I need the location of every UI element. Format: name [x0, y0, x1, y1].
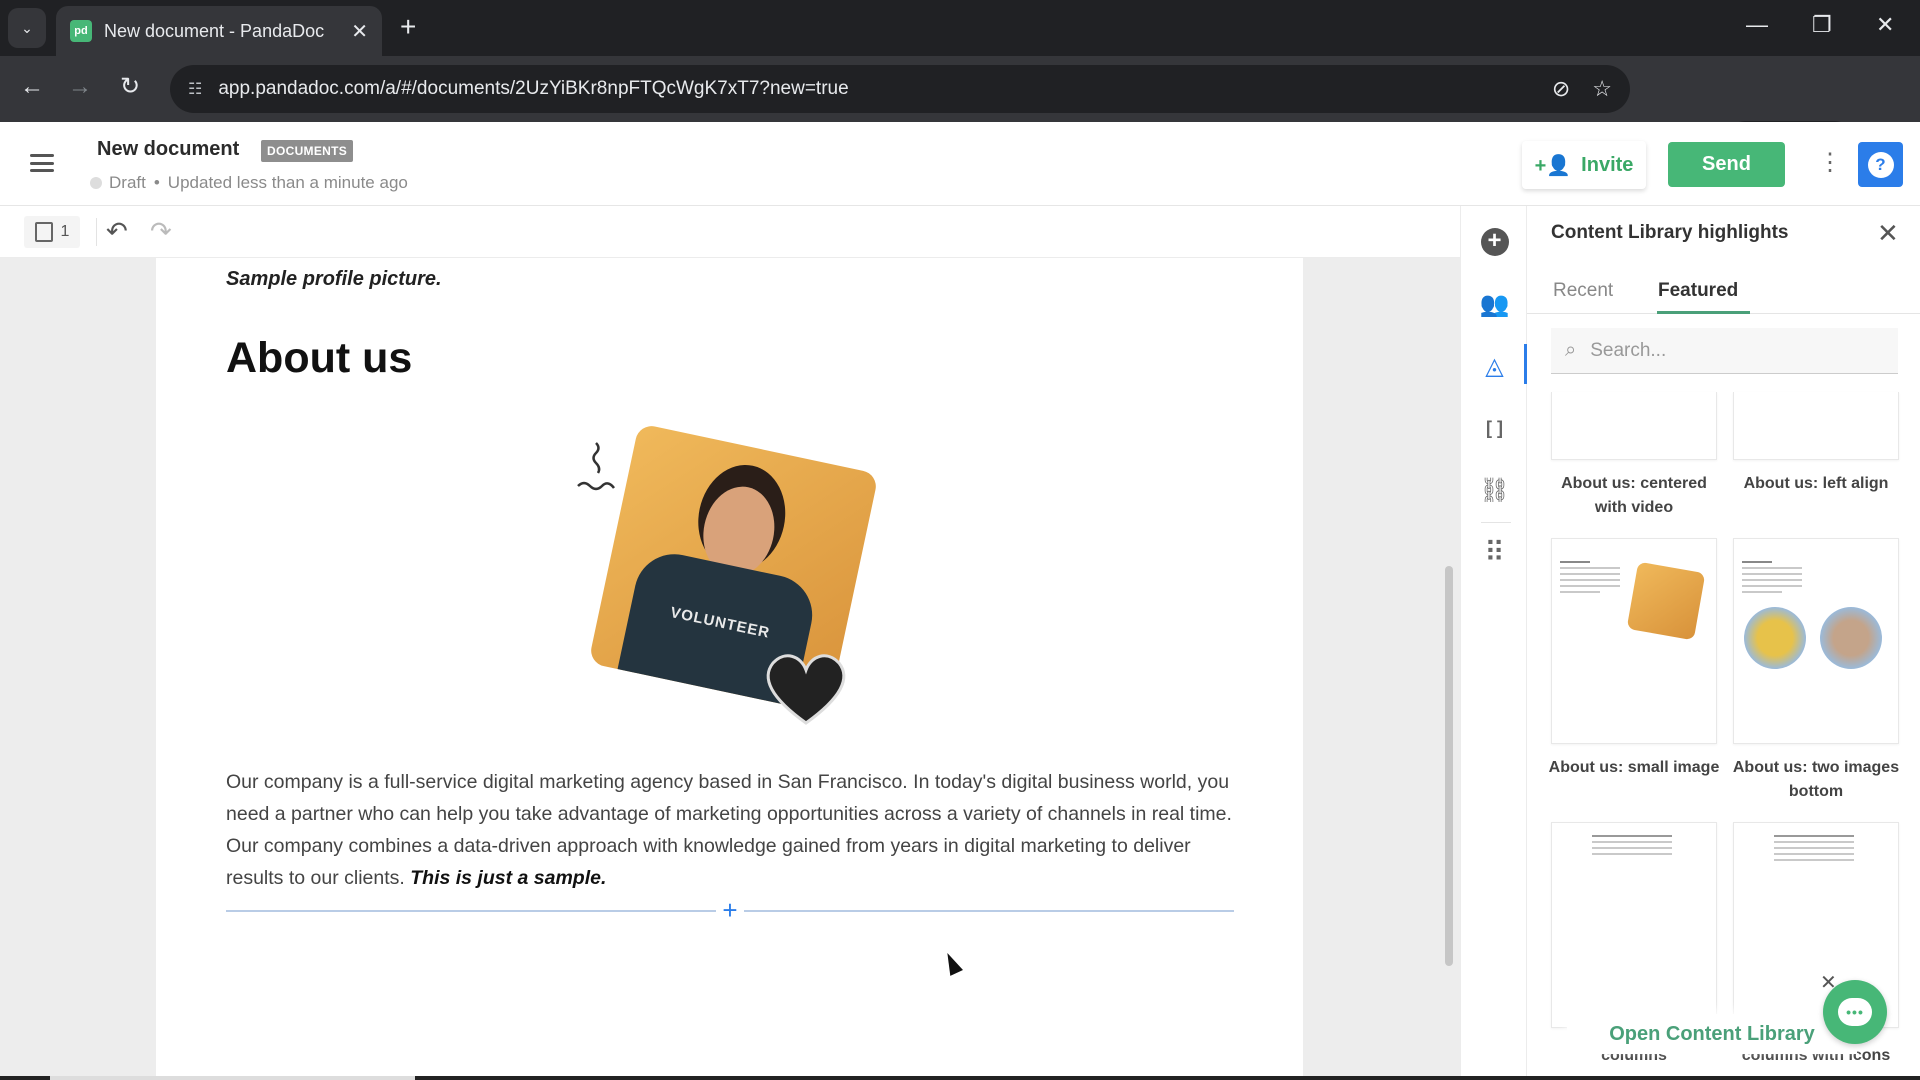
tab-title: New document - PandaDoc — [104, 20, 325, 41]
send-button[interactable]: Send — [1668, 142, 1785, 187]
panel-title: Content Library highlights — [1551, 222, 1789, 243]
open-content-library-button[interactable]: Open Content Library — [1567, 1014, 1857, 1054]
body-paragraph[interactable]: Our company is a full-service digital ma… — [226, 766, 1236, 894]
close-tab-icon[interactable]: ✕ — [351, 19, 368, 44]
people-icon: 👥 — [1479, 290, 1510, 318]
document-title[interactable]: New document — [97, 138, 239, 161]
rail-add-block[interactable]: + — [1461, 220, 1528, 264]
document-canvas: Sample profile picture. About us VOLUNTE… — [0, 258, 1460, 1080]
more-options-icon[interactable]: ⋮ — [1818, 148, 1842, 178]
library-tile[interactable] — [1551, 822, 1717, 1028]
invite-button[interactable]: +👤 Invite — [1522, 141, 1646, 189]
add-circle-icon: + — [1480, 228, 1509, 256]
apps-grid-icon: ⠿ — [1484, 536, 1505, 568]
restore-button[interactable]: ❐ — [1812, 12, 1832, 38]
url-text[interactable]: app.pandadoc.com/a/#/documents/2UzYiBKr8… — [218, 78, 1529, 100]
rail-workflow[interactable]: ⛓ — [1461, 468, 1528, 512]
tile-preview-image — [1744, 607, 1806, 669]
rail-divider — [1481, 522, 1511, 523]
chat-bubble-icon: ••• — [1838, 998, 1872, 1026]
right-sidebar-rail: + 👥 ◬ [ ] ⛓ ⠿ — [1460, 206, 1527, 1080]
close-panel-icon[interactable]: ✕ — [1877, 218, 1899, 249]
document-scrollbar[interactable] — [1445, 566, 1453, 966]
site-settings-icon[interactable]: ☷ — [188, 79, 202, 99]
workflow-icon: ⛓ — [1479, 476, 1510, 504]
browser-tab-active[interactable]: pd New document - PandaDoc ✕ — [56, 6, 382, 56]
library-tile[interactable] — [1551, 538, 1717, 744]
tab-search-button[interactable]: ⌄ — [8, 8, 46, 48]
chevron-down-icon: ⌄ — [21, 19, 33, 36]
new-tab-button[interactable]: + — [400, 12, 416, 42]
close-window-button[interactable]: ✕ — [1876, 12, 1894, 38]
image-caption[interactable]: Sample profile picture. — [226, 268, 442, 291]
tab-featured[interactable]: Featured — [1658, 280, 1738, 302]
library-tile[interactable] — [1733, 538, 1899, 744]
tile-preview-image — [1820, 607, 1882, 669]
browser-toolbar: ← → ↻ ☷ app.pandadoc.com/a/#/documents/2… — [0, 56, 1920, 169]
minimize-button[interactable]: — — [1746, 12, 1768, 38]
question-icon: ? — [1867, 151, 1894, 178]
tile-preview-text — [1560, 561, 1620, 597]
tab-recent[interactable]: Recent — [1553, 280, 1613, 302]
chat-button[interactable]: ••• — [1823, 980, 1887, 1044]
content-library-panel: Content Library highlights ✕ Recent Feat… — [1527, 206, 1920, 1080]
address-bar[interactable]: ☷ app.pandadoc.com/a/#/documents/2UzYiBK… — [170, 65, 1630, 113]
rail-apps[interactable]: ⠿ — [1461, 530, 1528, 574]
reload-button[interactable]: ↻ — [120, 72, 140, 102]
pandadoc-favicon-icon: pd — [70, 20, 92, 42]
tile-label: About us: two images bottom — [1732, 759, 1900, 800]
document-type-badge: DOCUMENTS — [261, 140, 354, 162]
rail-recipients[interactable]: 👥 — [1461, 282, 1528, 326]
invite-label: Invite — [1581, 153, 1634, 176]
search-icon: ⌕ — [1565, 339, 1577, 361]
tile-preview-text — [1592, 835, 1672, 859]
tile-label: About us: small image — [1548, 759, 1720, 776]
rail-content-library[interactable]: ◬ — [1461, 344, 1528, 388]
body-emphasis: This is just a sample. — [410, 867, 607, 889]
active-tab-underline — [1657, 311, 1750, 314]
profile-image[interactable]: VOLUNTEER — [556, 408, 896, 738]
toolbar-divider — [96, 218, 97, 246]
tile-preview-text — [1774, 835, 1854, 865]
tile-label: About us: centered with video — [1561, 475, 1707, 516]
eye-off-icon[interactable]: ⊘ — [1552, 76, 1570, 102]
help-button[interactable]: ? — [1858, 142, 1903, 187]
section-heading[interactable]: About us — [226, 334, 412, 383]
status-separator: • — [153, 173, 160, 192]
library-tile[interactable] — [1733, 392, 1899, 460]
library-tile[interactable] — [1551, 392, 1717, 460]
body-text: Our company is a full-service digital ma… — [226, 771, 1232, 889]
add-person-icon: +👤 — [1534, 154, 1572, 177]
status-label: Draft — [109, 173, 146, 192]
page-count: 1 — [60, 223, 70, 240]
forward-button[interactable]: → — [68, 72, 92, 102]
brackets-icon: [ ] — [1486, 417, 1503, 438]
search-placeholder: Search... — [1590, 339, 1667, 361]
document-page: Sample profile picture. About us VOLUNTE… — [156, 258, 1303, 1080]
shapes-icon: ◬ — [1485, 352, 1504, 380]
heart-decoration-icon — [766, 654, 846, 725]
browser-tab-bar: ⌄ pd New document - PandaDoc ✕ + — ❐ ✕ — [0, 0, 1920, 56]
rail-variables[interactable]: [ ] — [1461, 406, 1528, 450]
undo-icon[interactable]: ↶ — [106, 216, 128, 247]
panel-tabs: Recent Featured — [1527, 266, 1920, 314]
updated-label: Updated less than a minute ago — [167, 173, 408, 192]
status-dot-icon — [90, 177, 102, 189]
star-icon[interactable]: ☆ — [1592, 76, 1612, 102]
taskbar-edge — [0, 1076, 1920, 1080]
pages-button[interactable]: 1 — [24, 216, 80, 248]
redo-icon[interactable]: ↷ — [150, 216, 172, 247]
tile-preview-image — [1626, 561, 1706, 641]
editor-toolbar: 1 ↶ ↷ — [0, 206, 1460, 258]
pages-icon — [34, 222, 53, 242]
insert-block-plus-icon[interactable]: + — [716, 896, 744, 924]
app-header: New document DOCUMENTS Draft • Updated l… — [0, 122, 1920, 206]
back-button[interactable]: ← — [20, 72, 44, 102]
tile-label: About us: left align — [1743, 475, 1889, 492]
document-status: Draft • Updated less than a minute ago — [90, 173, 408, 193]
hamburger-menu-icon[interactable] — [30, 154, 54, 172]
library-search-input[interactable]: ⌕ Search... — [1551, 328, 1898, 374]
tile-preview-text — [1742, 561, 1802, 597]
